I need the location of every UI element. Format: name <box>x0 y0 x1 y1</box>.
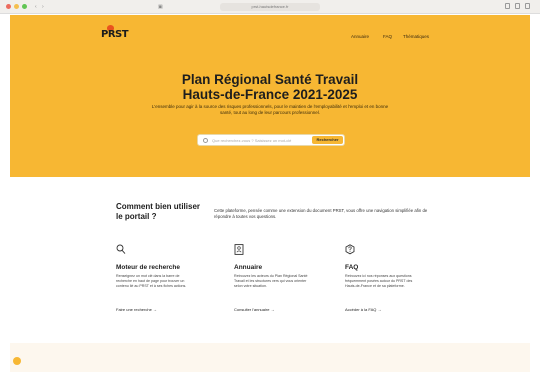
site-logo[interactable]: PRST <box>101 25 129 41</box>
close-window-button[interactable] <box>6 4 11 9</box>
portal-description: Cette plateforme, pensée comme une exten… <box>214 208 428 219</box>
nav-link-thematiques[interactable]: Thématiques <box>403 34 429 39</box>
window-controls <box>6 4 27 9</box>
share-icon[interactable] <box>505 3 510 9</box>
nav-link-faq[interactable]: FAQ <box>383 34 392 39</box>
back-forward-icons[interactable]: ‹ › <box>35 4 46 10</box>
card-text: Retrouvez ici nos réponses aux questions… <box>345 274 413 288</box>
magnifier-icon <box>116 244 126 254</box>
search-input[interactable]: Que recherchez-vous ? Saisissez un mot-c… <box>212 138 291 143</box>
nav-link-annuaire[interactable]: Annuaire <box>351 34 369 39</box>
card-text: Renseignez un mot clé dans la barre de r… <box>116 274 187 288</box>
question-icon <box>345 244 355 255</box>
search-bar: Que recherchez-vous ? Saisissez un mot-c… <box>197 134 345 146</box>
tabs-overview-icon[interactable] <box>525 3 530 9</box>
accessibility-badge-icon[interactable] <box>13 357 21 365</box>
address-bar[interactable]: prst-hautsdefrance.fr <box>220 3 320 11</box>
logo-text: PRST <box>101 29 129 40</box>
browser-actions <box>505 3 530 9</box>
search-link[interactable]: Faire une recherche → <box>116 307 157 312</box>
faq-link[interactable]: Accéder à la FAQ → <box>345 307 381 312</box>
card-title: FAQ <box>345 264 359 271</box>
page-title-line2: Hauts-de-France 2021-2025 <box>182 87 358 102</box>
card-faq: FAQ Retrouvez ici nos réponses aux quest… <box>345 244 425 312</box>
sidebar-toggle-icon[interactable]: ▣ <box>158 4 163 10</box>
card-title: Moteur de recherche <box>116 264 180 271</box>
directory-icon <box>234 244 244 255</box>
search-icon <box>203 137 208 143</box>
maximize-window-button[interactable] <box>22 4 27 9</box>
card-title: Annuaire <box>234 264 263 271</box>
minimize-window-button[interactable] <box>14 4 19 9</box>
card-search-engine: Moteur de recherche Renseignez un mot cl… <box>116 244 196 312</box>
new-tab-icon[interactable] <box>515 3 520 9</box>
card-directory: Annuaire Retrouvez les acteurs du Plan R… <box>234 244 314 312</box>
browser-toolbar: ‹ › ▣ prst-hautsdefrance.fr <box>0 0 540 14</box>
hero-lead: L'ensemble pour agir à la source des ris… <box>151 104 389 115</box>
portal-title: Comment bien utiliser le portail ? <box>116 202 201 221</box>
page-title-line1: Plan Régional Santé Travail <box>181 72 359 87</box>
search-button[interactable]: Rechercher <box>312 136 343 144</box>
card-text: Retrouvez les acteurs du Plan Régional S… <box>234 274 308 288</box>
directory-link[interactable]: Consulter l'annuaire → <box>234 307 275 312</box>
footer <box>10 343 530 372</box>
